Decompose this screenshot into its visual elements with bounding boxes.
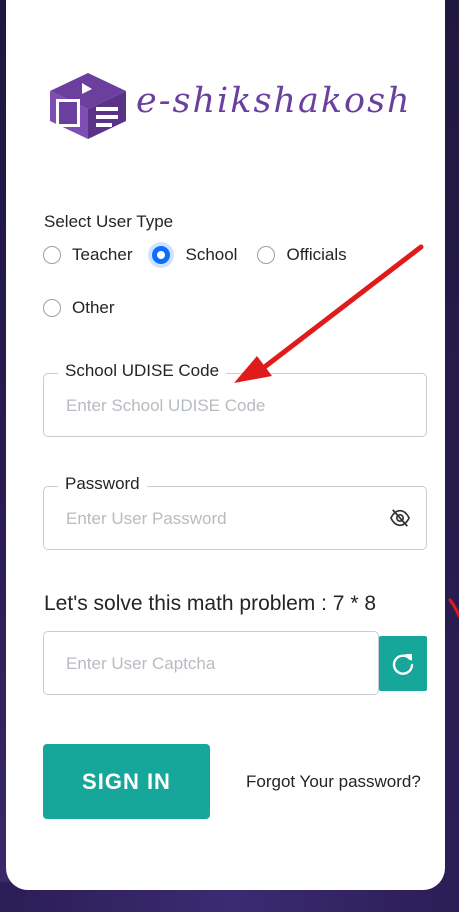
radio-teacher[interactable]: Teacher: [43, 245, 132, 265]
refresh-icon: [392, 653, 414, 675]
password-input[interactable]: [64, 487, 378, 551]
eye-slash-icon[interactable]: [389, 508, 411, 528]
radio-label-other: Other: [72, 298, 115, 317]
radio-label-teacher: Teacher: [72, 245, 133, 264]
radio-label-officials: Officials: [286, 245, 347, 264]
radio-other[interactable]: Other: [43, 298, 115, 318]
captcha-input[interactable]: [64, 632, 378, 696]
page-background-right: [445, 0, 459, 912]
radio-circle-officials[interactable]: [257, 246, 276, 264]
udise-fieldset: School UDISE Code: [43, 361, 427, 438]
captcha-fieldset: [43, 631, 379, 696]
radio-circle-school[interactable]: [152, 246, 171, 264]
forgot-password-link[interactable]: Forgot Your password?: [246, 772, 421, 792]
captcha-question: Let's solve this math problem : 7 * 8: [44, 592, 377, 615]
password-fieldset: Password: [43, 474, 427, 551]
captcha-refresh-button[interactable]: [379, 636, 427, 691]
book-cube-icon: [50, 73, 126, 139]
radio-circle-other[interactable]: [43, 299, 61, 317]
radio-officials[interactable]: Officials: [257, 245, 347, 265]
brand-logo-text: e-shikshakosh: [136, 81, 412, 121]
sign-in-button[interactable]: SIGN IN: [43, 744, 210, 819]
udise-input[interactable]: [64, 374, 378, 438]
radio-school[interactable]: School: [152, 245, 237, 265]
radio-circle-teacher[interactable]: [43, 246, 61, 264]
user-type-row-2: Other: [43, 298, 135, 318]
user-type-label: Select User Type: [44, 212, 174, 231]
radio-label-school: School: [185, 245, 238, 264]
user-type-row-1: Teacher School Officials: [43, 245, 367, 265]
